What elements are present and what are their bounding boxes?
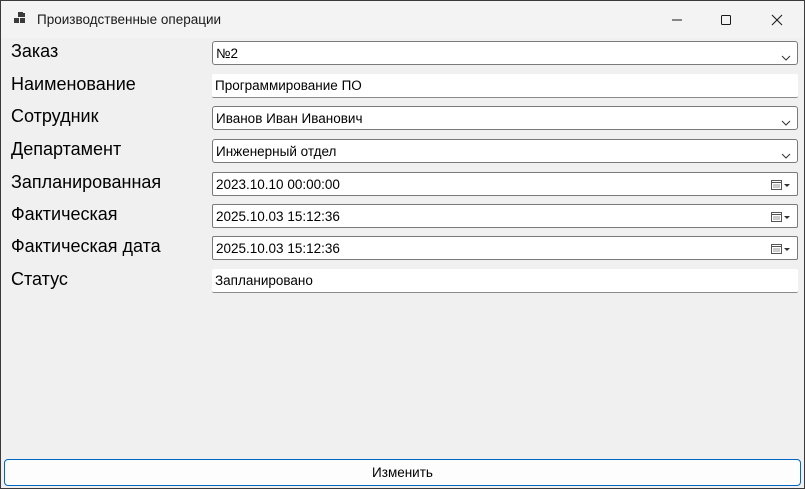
actual-datetime-picker[interactable]: 2025.10.03 15:12:36 bbox=[212, 204, 798, 228]
order-label: Заказ bbox=[11, 41, 59, 61]
chevron-down-icon[interactable] bbox=[781, 50, 791, 65]
planned-value: 2023.10.10 00:00:00 bbox=[216, 177, 340, 192]
change-button[interactable]: Изменить bbox=[4, 459, 801, 486]
department-value: Инженерный отдел bbox=[216, 144, 337, 159]
minimize-button[interactable] bbox=[652, 1, 702, 38]
status-value: Запланировано bbox=[215, 273, 313, 288]
order-combobox[interactable]: №2 bbox=[212, 41, 798, 65]
window-title: Производственные операции bbox=[37, 12, 222, 27]
actual-date-label: Фактическая дата bbox=[11, 236, 161, 256]
app-windows-icon bbox=[14, 12, 28, 26]
department-label: Департамент bbox=[11, 139, 122, 159]
maximize-icon bbox=[720, 14, 732, 26]
order-value: №2 bbox=[216, 46, 238, 61]
actual-value: 2025.10.03 15:12:36 bbox=[216, 209, 340, 224]
name-label: Наименование bbox=[11, 74, 136, 94]
maximize-button[interactable] bbox=[701, 1, 751, 38]
close-button[interactable] bbox=[752, 1, 802, 38]
minimize-icon bbox=[671, 14, 683, 26]
calendar-icon[interactable] bbox=[771, 211, 791, 226]
close-icon bbox=[771, 14, 783, 26]
calendar-icon[interactable] bbox=[771, 243, 791, 258]
department-combobox[interactable]: Инженерный отдел bbox=[212, 139, 798, 163]
main-window: Производственные операции Заказ №2 Наиме… bbox=[0, 0, 805, 489]
status-label: Статус bbox=[11, 269, 68, 289]
actual-date-datetime-picker[interactable]: 2025.10.03 15:12:36 bbox=[212, 236, 798, 260]
actual-label: Фактическая bbox=[11, 204, 118, 224]
employee-value: Иванов Иван Иванович bbox=[216, 111, 363, 126]
chevron-down-icon[interactable] bbox=[781, 115, 791, 130]
actual-date-value: 2025.10.03 15:12:36 bbox=[216, 241, 340, 256]
chevron-down-icon[interactable] bbox=[781, 148, 791, 163]
status-textbox[interactable]: Запланировано bbox=[212, 269, 798, 293]
title-bar[interactable]: Производственные операции bbox=[1, 1, 804, 38]
employee-combobox[interactable]: Иванов Иван Иванович bbox=[212, 106, 798, 130]
name-value: Программирование ПО bbox=[215, 78, 362, 93]
name-textbox[interactable]: Программирование ПО bbox=[212, 74, 798, 98]
employee-label: Сотрудник bbox=[11, 106, 99, 126]
planned-label: Запланированная bbox=[11, 172, 162, 192]
calendar-icon[interactable] bbox=[771, 179, 791, 194]
planned-datetime-picker[interactable]: 2023.10.10 00:00:00 bbox=[212, 172, 798, 196]
